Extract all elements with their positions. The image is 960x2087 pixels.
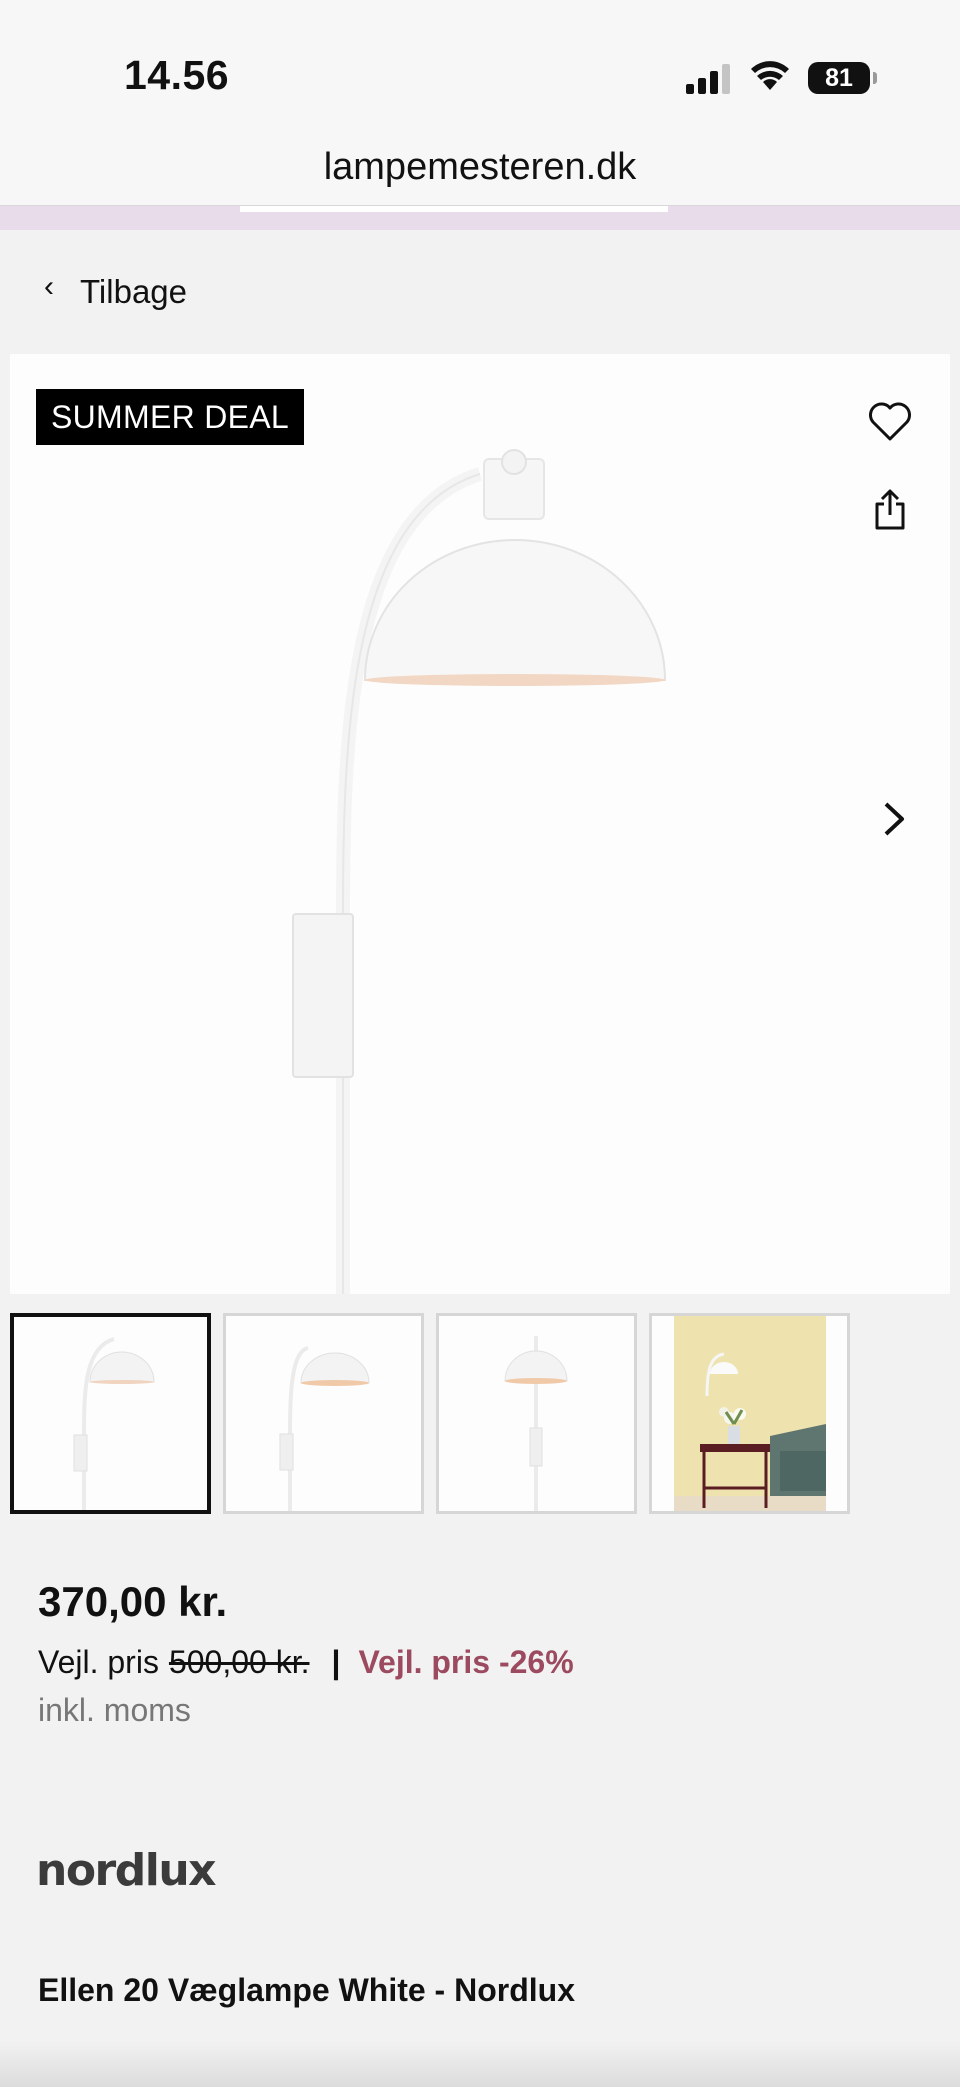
product-image[interactable]: SUMMER DEAL (10, 354, 950, 1294)
lamp-thumbnail (279, 1346, 370, 1511)
address-bar[interactable]: lampemesteren.dk (0, 140, 960, 206)
heart-icon[interactable] (868, 402, 912, 442)
signal-icon (686, 64, 730, 94)
wifi-icon (751, 61, 789, 90)
share-icon[interactable] (874, 488, 906, 530)
thumbnail-strip (10, 1313, 850, 1514)
summer-deal-badge: SUMMER DEAL (36, 389, 305, 445)
page-header-strip (0, 206, 960, 230)
price-separator: | (331, 1644, 341, 1680)
vat-note: inkl. moms (38, 1692, 191, 1728)
chevron-left-icon: ‹ (44, 270, 54, 303)
thumbnail-4[interactable] (649, 1313, 850, 1514)
discount-label: Vejl. pris -26% (358, 1644, 574, 1680)
bottom-toolbar-shadow (0, 2040, 960, 2087)
back-link[interactable]: ‹ Tilbage (44, 270, 187, 314)
url-text[interactable]: lampemesteren.dk (0, 146, 960, 189)
room-photo-thumbnail (652, 1316, 847, 1511)
rrp-old-price: 500,00 kr. (168, 1644, 310, 1680)
product-title: Ellen 20 Væglampe White - Nordlux (38, 1972, 575, 2008)
product-price: 370,00 kr. (38, 1578, 228, 1625)
thumbnail-1[interactable] (10, 1313, 211, 1514)
status-time: 14.56 (124, 52, 230, 98)
lamp-image (292, 449, 667, 1294)
brand-logo[interactable]: nordlux (36, 1845, 217, 1896)
thumbnail-2[interactable] (223, 1313, 424, 1514)
rrp-label: Vejl. pris (38, 1644, 159, 1680)
recommended-price-row: Vejl. pris 500,00 kr. | Vejl. pris -26% (38, 1644, 574, 1681)
back-label: Tilbage (80, 273, 188, 310)
lamp-thumbnail (73, 1337, 155, 1510)
thumbnail-3[interactable] (436, 1313, 637, 1514)
lamp-thumbnail (504, 1336, 568, 1511)
status-bar: 14.56 81 (0, 0, 960, 140)
battery-icon: 81 (808, 62, 877, 94)
chevron-right-icon[interactable] (882, 800, 906, 838)
